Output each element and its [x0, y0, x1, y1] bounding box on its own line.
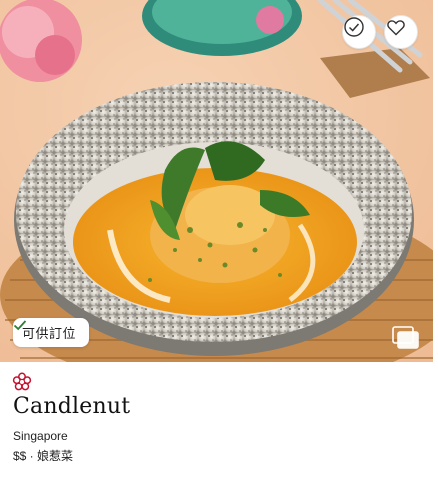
heart-icon: [387, 20, 405, 36]
restaurant-info: Candlenut Singapore $$ · 娘惹菜: [0, 362, 438, 479]
availability-label: 可供訂位: [22, 326, 77, 341]
gallery-icon: [392, 326, 419, 349]
dish-image: [0, 0, 433, 362]
favorite-button[interactable]: [384, 15, 418, 49]
check-icon: [13, 320, 27, 331]
gallery-button[interactable]: [392, 326, 420, 350]
restaurant-price-cuisine: $$ · 娘惹菜: [13, 449, 74, 463]
availability-badge: 可供訂位: [13, 318, 90, 347]
restaurant-card[interactable]: 可供訂位 Candlenut Singapore $$ · 娘惹菜: [0, 0, 438, 479]
mark-visited-button[interactable]: [342, 15, 376, 49]
restaurant-location: Singapore: [13, 429, 68, 443]
michelin-star-icon: [12, 372, 32, 391]
restaurant-photo[interactable]: 可供訂位: [0, 0, 433, 362]
restaurant-name[interactable]: Candlenut: [13, 394, 130, 419]
check-circle-icon: [344, 17, 364, 37]
